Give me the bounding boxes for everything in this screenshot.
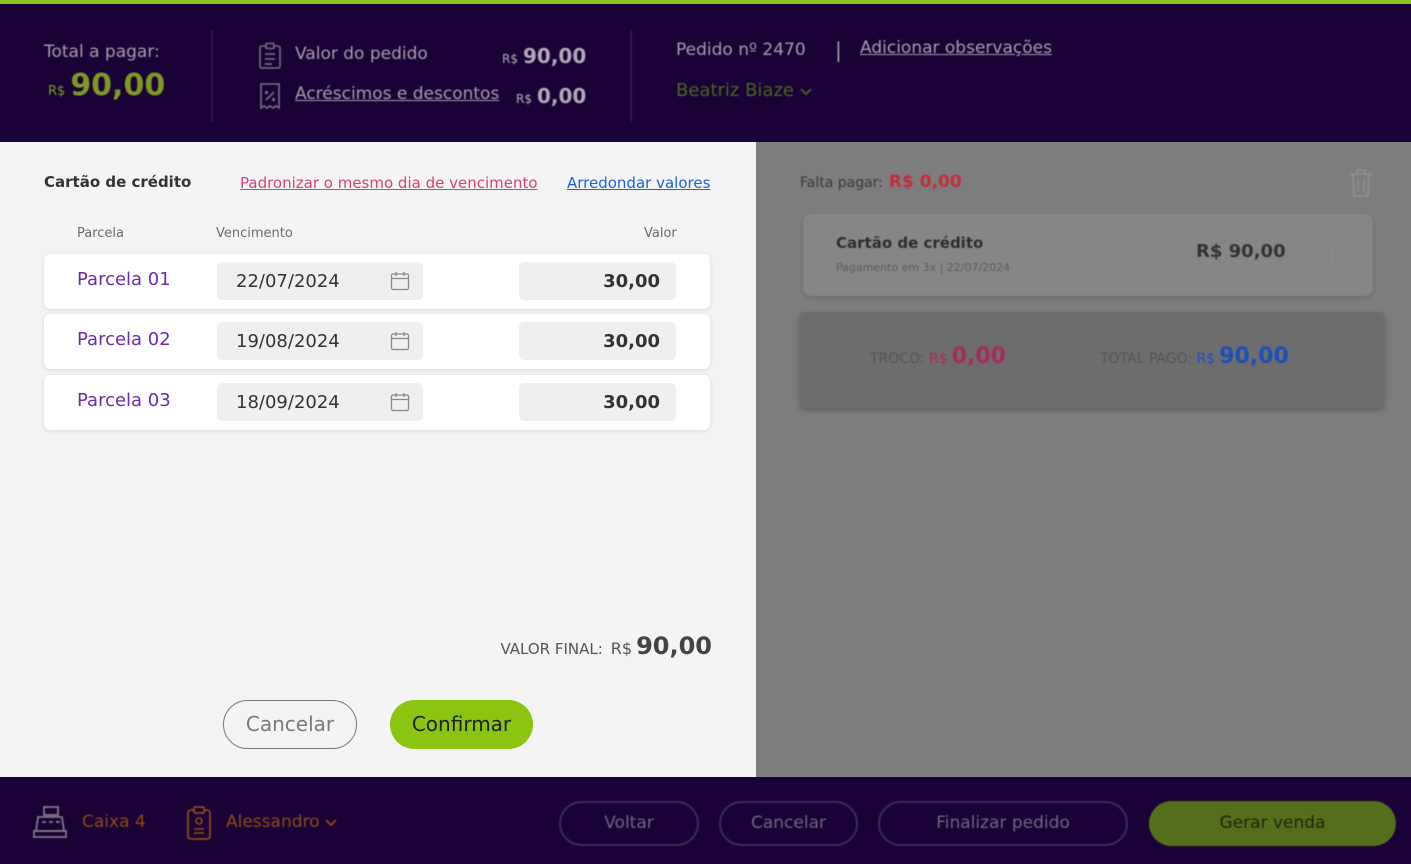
round-values-link[interactable]: Arredondar valores [567, 174, 710, 192]
payment-card-amount: R$ 90,00 [1196, 241, 1286, 262]
installment-label: Parcela 01 [77, 269, 171, 290]
installment-row: Parcela 02 19/08/2024 30,00 [44, 314, 710, 369]
back-button[interactable]: Voltar [559, 801, 699, 846]
installments-modal: Cartão de crédito Padronizar o mesmo dia… [0, 142, 756, 777]
total-amount: 90,00 [70, 68, 166, 103]
order-value-amount: 90,00 [522, 44, 587, 68]
final-value-label: VALOR FINAL: [500, 640, 603, 658]
column-header-value: Valor [644, 226, 677, 241]
cash-register-icon [32, 805, 68, 843]
trash-icon[interactable] [1348, 168, 1374, 202]
column-header-installment: Parcela [77, 226, 125, 241]
add-notes-link[interactable]: Adicionar observações [860, 38, 1052, 58]
total-currency: R$ [48, 84, 66, 99]
due-date-value: 22/07/2024 [236, 271, 340, 292]
payment-summary: TROCO: R$ 0,00 TOTAL PAGO: R$ 90,00 [800, 312, 1384, 408]
generate-sale-button[interactable]: Gerar venda [1149, 801, 1396, 846]
due-date-field[interactable]: 19/08/2024 [217, 322, 423, 360]
final-value-currency: R$ [610, 639, 633, 658]
chevron-down-icon [800, 80, 812, 101]
standardize-due-day-link[interactable]: Padronizar o mesmo dia de vencimento [240, 174, 538, 192]
installment-label: Parcela 03 [77, 390, 171, 411]
order-value: R$ 90,00 [502, 44, 586, 68]
payment-card-title: Cartão de crédito [836, 234, 984, 252]
installment-value-field[interactable]: 30,00 [519, 383, 676, 421]
payment-card-subtitle: Pagamento em 3x | 22/07/2024 [836, 261, 1011, 274]
installment-row: Parcela 03 18/09/2024 30,00 [44, 375, 710, 430]
receipt-percent-icon [258, 82, 282, 114]
cancel-button[interactable]: Cancelar [223, 700, 357, 749]
header-divider [211, 30, 213, 122]
top-header: Total a pagar: R$ 90,00 Valor do pedido R… [0, 0, 1411, 142]
order-value-label: Valor do pedido [295, 44, 428, 64]
calendar-icon[interactable] [390, 392, 410, 416]
order-value-currency: R$ [502, 52, 518, 66]
adjustments-link[interactable]: Acréscimos e descontos [295, 84, 499, 104]
payment-panel: Falta pagar: R$ 0,00 Cartão de crédito Pa… [756, 142, 1411, 777]
installment-value-field[interactable]: 30,00 [519, 262, 676, 300]
chevron-down-icon [325, 812, 337, 832]
total-to-pay-value: R$ 90,00 [48, 68, 165, 103]
cancel-order-button[interactable]: Cancelar [719, 801, 858, 846]
total-to-pay-label: Total a pagar: [44, 42, 160, 62]
customer-name: Beatriz Biaze [676, 80, 794, 101]
register-name: Caixa 4 [82, 812, 146, 832]
customer-selector[interactable]: Beatriz Biaze [676, 80, 812, 101]
remaining-value: R$ 0,00 [888, 172, 962, 192]
remaining-label: Falta pagar: [800, 175, 883, 191]
final-value-amount: 90,00 [636, 632, 712, 660]
order-separator: | [835, 38, 842, 62]
calendar-icon[interactable] [390, 271, 410, 295]
operator-selector[interactable]: Alessandro [226, 812, 337, 832]
installment-row: Parcela 01 22/07/2024 30,00 [44, 254, 710, 309]
order-number: Pedido nº 2470 [676, 40, 806, 60]
change-value: R$ 0,00 [929, 344, 1006, 369]
total-paid-currency: R$ [1196, 351, 1216, 367]
adjustments-value: R$ 0,00 [516, 84, 586, 108]
total-paid-label: TOTAL PAGO: [1100, 351, 1193, 367]
payment-card[interactable]: Cartão de crédito Pagamento em 3x | 22/0… [803, 214, 1373, 296]
remaining-to-pay: Falta pagar: R$ 0,00 [800, 172, 962, 192]
adjustments-currency: R$ [516, 92, 532, 106]
total-paid: TOTAL PAGO: R$ 90,00 [1100, 344, 1289, 369]
change-amount: 0,00 [951, 344, 1006, 369]
finish-order-button[interactable]: Finalizar pedido [878, 801, 1128, 846]
due-date-value: 18/09/2024 [236, 392, 340, 413]
confirm-button[interactable]: Confirmar [390, 700, 533, 749]
due-date-field[interactable]: 18/09/2024 [217, 383, 423, 421]
total-paid-amount: 90,00 [1219, 344, 1289, 369]
calendar-icon[interactable] [390, 331, 410, 355]
final-value: VALOR FINAL: R$ 90,00 [500, 632, 712, 660]
modal-title: Cartão de crédito [44, 173, 192, 191]
installment-value: 30,00 [603, 331, 660, 352]
due-date-value: 19/08/2024 [236, 331, 340, 352]
installment-value: 30,00 [603, 271, 660, 292]
bottom-toolbar: Caixa 4 Alessandro Voltar Cancelar Final… [0, 777, 1411, 864]
installment-value: 30,00 [603, 392, 660, 413]
adjustments-amount: 0,00 [536, 84, 587, 108]
more-vertical-icon[interactable]: ⋮ [1323, 244, 1341, 265]
change: TROCO: R$ 0,00 [870, 344, 1006, 369]
clipboard-icon [258, 42, 282, 74]
installment-label: Parcela 02 [77, 329, 171, 350]
header-divider [630, 30, 632, 122]
due-date-field[interactable]: 22/07/2024 [217, 262, 423, 300]
operator-name: Alessandro [226, 812, 320, 832]
installment-value-field[interactable]: 30,00 [519, 322, 676, 360]
total-paid-value: R$ 90,00 [1197, 344, 1289, 369]
change-currency: R$ [929, 351, 948, 367]
change-label: TROCO: [870, 351, 925, 367]
column-header-due-date: Vencimento [216, 226, 293, 241]
badge-icon [186, 805, 212, 845]
